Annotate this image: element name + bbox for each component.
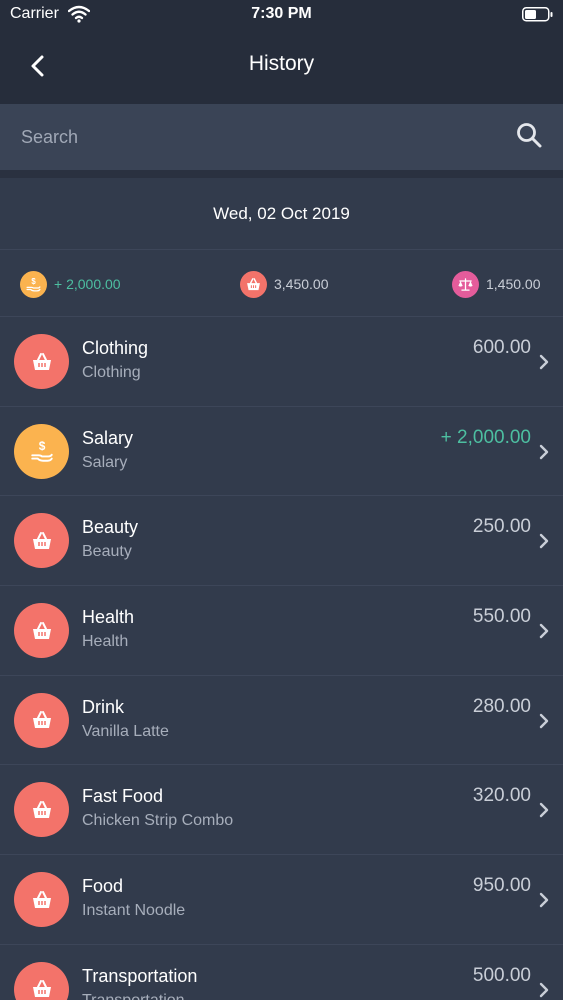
chevron-right-icon xyxy=(539,892,549,908)
item-title: Food xyxy=(82,876,124,897)
item-title: Drink xyxy=(82,696,125,717)
chevron-right-icon xyxy=(539,623,549,639)
basket-icon xyxy=(14,603,69,659)
page-title: History xyxy=(248,52,315,75)
top-bar: Carrier 7:30 PM History xyxy=(0,0,563,104)
item-title: Fast Food xyxy=(82,786,164,807)
item-subtitle: Vanilla Latte xyxy=(82,722,169,740)
transaction-list: Clothing Clothing 600.00 $ Salary Salary… xyxy=(0,317,563,1000)
list-item[interactable]: Food Instant Noodle 950.00 xyxy=(0,855,563,945)
item-amount: 500.00 xyxy=(472,964,531,986)
section-divider xyxy=(0,170,563,178)
list-item[interactable]: Clothing Clothing 600.00 xyxy=(0,317,563,407)
basket-icon xyxy=(14,692,69,748)
status-bar: Carrier 7:30 PM xyxy=(0,0,563,30)
basket-icon xyxy=(14,872,69,928)
status-time: 7:30 PM xyxy=(251,5,312,22)
list-item[interactable]: Health Health 550.00 xyxy=(0,586,563,676)
item-amount: 600.00 xyxy=(472,337,531,358)
svg-text:$: $ xyxy=(38,439,45,453)
item-subtitle: Instant Noodle xyxy=(82,902,186,920)
expense-summary: 3,450.00 xyxy=(240,270,329,298)
item-amount: 320.00 xyxy=(472,785,531,807)
chevron-right-icon xyxy=(539,534,549,549)
chevron-right-icon xyxy=(539,713,549,728)
income-icon: $ xyxy=(20,270,47,298)
basket-icon xyxy=(14,334,69,389)
search-icon[interactable] xyxy=(514,120,544,150)
item-amount: 250.00 xyxy=(472,516,531,538)
item-subtitle: Chicken Strip Combo xyxy=(82,812,234,830)
item-amount: 550.00 xyxy=(472,606,531,628)
item-subtitle: Beauty xyxy=(82,543,132,561)
balance-total: 1,450.00 xyxy=(486,276,541,292)
balance-summary: 1,450.00 xyxy=(452,270,541,298)
battery-icon xyxy=(522,7,553,22)
item-subtitle: Salary xyxy=(82,453,128,471)
basket-icon xyxy=(14,513,69,569)
daily-summary: $ + 2,000.00 3,450.00 1,450.00 xyxy=(0,250,563,317)
item-title: Beauty xyxy=(82,517,139,538)
item-title: Salary xyxy=(82,427,134,448)
list-item[interactable]: Beauty Beauty 250.00 xyxy=(0,496,563,587)
basket-icon xyxy=(240,270,267,298)
date-header: Wed, 02 Oct 2019 xyxy=(0,178,563,250)
income-total: + 2,000.00 xyxy=(54,276,121,292)
item-amount: 280.00 xyxy=(472,695,531,717)
item-amount: 950.00 xyxy=(472,875,531,897)
chevron-right-icon xyxy=(539,982,549,998)
item-subtitle: Health xyxy=(82,633,129,651)
search-bar xyxy=(0,104,563,170)
list-item[interactable]: Fast Food Chicken Strip Combo 320.00 xyxy=(0,765,563,856)
chevron-right-icon xyxy=(539,803,549,818)
item-title: Health xyxy=(82,607,135,628)
list-item[interactable]: $ Salary Salary + 2,000.00 xyxy=(0,407,563,497)
chevron-right-icon xyxy=(539,354,549,370)
list-item[interactable]: Drink Vanilla Latte 280.00 xyxy=(0,676,563,766)
item-title: Clothing xyxy=(82,338,149,358)
hand-dollar-icon: $ xyxy=(14,423,69,479)
income-summary: $ + 2,000.00 xyxy=(20,270,121,298)
chevron-right-icon xyxy=(539,444,549,459)
item-title: Transportation xyxy=(82,965,198,986)
basket-icon xyxy=(14,782,69,838)
search-input[interactable] xyxy=(0,104,500,170)
item-subtitle: Transportation xyxy=(82,992,185,1000)
item-subtitle: Clothing xyxy=(82,364,141,381)
list-item[interactable]: Transportation Transportation 500.00 xyxy=(0,945,563,1000)
expense-total: 3,450.00 xyxy=(274,276,329,292)
item-amount: + 2,000.00 xyxy=(440,426,531,448)
basket-icon xyxy=(14,961,69,1000)
scale-icon xyxy=(452,270,479,298)
svg-text:$: $ xyxy=(31,276,36,285)
